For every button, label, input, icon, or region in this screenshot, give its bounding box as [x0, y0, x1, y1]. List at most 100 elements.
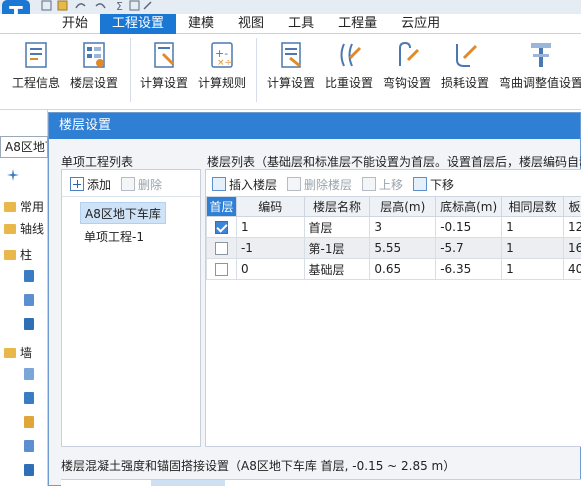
- move-up-button[interactable]: 上移: [358, 173, 407, 195]
- add-project-button[interactable]: 添加: [66, 173, 115, 195]
- tree-item-common[interactable]: 常用: [4, 198, 44, 215]
- insert-floor-button[interactable]: 插入楼层: [208, 173, 281, 195]
- left-pane: A8区地下 常用 轴线 柱 墙: [0, 110, 48, 486]
- first-floor-cell[interactable]: [206, 216, 237, 238]
- column-type-icon[interactable]: [24, 270, 34, 282]
- tab-view[interactable]: 视图: [226, 14, 276, 34]
- col-first-floor[interactable]: 首层: [206, 196, 237, 217]
- column-cap-icon[interactable]: [24, 294, 34, 306]
- folder-icon: [4, 249, 16, 260]
- move-down-button[interactable]: 下移: [409, 173, 458, 195]
- tree-item-wall[interactable]: 墙: [4, 344, 32, 361]
- code-cell[interactable]: 1: [235, 216, 305, 238]
- delete-project-button[interactable]: 删除: [117, 173, 166, 195]
- height-cell[interactable]: 5.55: [369, 237, 437, 259]
- col-same-floors[interactable]: 相同层数: [501, 196, 564, 217]
- col-code[interactable]: 编码: [235, 196, 305, 217]
- calc-settings-label: 计算设置: [139, 76, 188, 90]
- wall-curve-icon[interactable]: [24, 368, 34, 380]
- code-cell[interactable]: 0: [235, 258, 305, 280]
- floor-settings-button[interactable]: 楼层设置: [68, 40, 120, 100]
- ribbon-separator: [130, 38, 131, 102]
- concrete-settings-selected-column[interactable]: [151, 480, 225, 486]
- delete-floor-label: 删除楼层: [304, 177, 353, 192]
- bottom-cell[interactable]: -0.15: [435, 216, 503, 238]
- slab-cell[interactable]: 40: [562, 258, 581, 280]
- plus-icon: [70, 177, 84, 191]
- wall-beam-icon[interactable]: [24, 464, 34, 476]
- project-info-button[interactable]: 工程信息: [10, 40, 62, 100]
- slab-cell[interactable]: 16: [562, 237, 581, 259]
- same-cell[interactable]: 1: [501, 237, 564, 259]
- first-floor-checkbox[interactable]: [214, 242, 228, 255]
- table-row[interactable]: 0 基础层 0.65 -6.35 1 40: [206, 258, 581, 280]
- project-info-label: 工程信息: [11, 76, 60, 90]
- first-floor-cell[interactable]: [206, 258, 237, 280]
- col-floor-height[interactable]: 层高(m): [369, 196, 437, 217]
- quick-access-icons[interactable]: Σ: [40, 0, 160, 12]
- move-up-label: 上移: [379, 177, 404, 192]
- concrete-settings-heading: 楼层混凝土强度和锚固搭接设置（A8区地下车库 首层, -0.15 ~ 2.85 …: [61, 459, 456, 473]
- same-cell[interactable]: 1: [501, 258, 564, 280]
- calc-rules-button[interactable]: +- ×÷ 计算规则: [196, 40, 248, 100]
- project-selector[interactable]: A8区地下: [0, 136, 48, 158]
- bend-adjust-button[interactable]: 弯曲调整值设置: [498, 40, 581, 100]
- col-slab[interactable]: 板: [562, 196, 581, 217]
- height-cell[interactable]: 0.65: [369, 258, 437, 280]
- wall-opening-icon[interactable]: [24, 440, 34, 452]
- calc-rules-icon: +- ×÷: [209, 40, 235, 70]
- tree-item-column[interactable]: 柱: [4, 246, 32, 263]
- calc-settings-2-button[interactable]: 计算设置: [264, 40, 318, 100]
- sparkle-icon[interactable]: [6, 168, 20, 182]
- delete-floor-button[interactable]: 删除楼层: [283, 173, 356, 195]
- height-cell[interactable]: 3: [369, 216, 437, 238]
- dialog-title[interactable]: 楼层设置: [49, 113, 580, 139]
- table-row[interactable]: -1 第-1层 5.55 -5.7 1 16: [206, 237, 581, 259]
- bottom-cell[interactable]: -5.7: [435, 237, 503, 259]
- wall-brick-icon[interactable]: [24, 416, 34, 428]
- tab-cloud[interactable]: 云应用: [389, 14, 452, 34]
- code-cell[interactable]: -1: [235, 237, 305, 259]
- delete-icon: [121, 177, 136, 191]
- insert-floor-icon: [212, 177, 226, 191]
- tree-item-axis[interactable]: 轴线: [4, 220, 44, 237]
- tab-start[interactable]: 开始: [50, 14, 100, 34]
- slab-cell[interactable]: 12: [562, 216, 581, 238]
- col-floor-name[interactable]: 楼层名称: [303, 196, 371, 217]
- project-list-heading: 单项工程列表: [61, 155, 134, 169]
- tab-modeling[interactable]: 建模: [176, 14, 226, 34]
- first-floor-checkbox[interactable]: [214, 263, 228, 276]
- wall-panel-icon[interactable]: [24, 392, 34, 404]
- calc-settings-button[interactable]: 计算设置: [138, 40, 190, 100]
- add-label: 添加: [87, 177, 112, 192]
- tree-item-label: 常用: [20, 200, 45, 214]
- specific-gravity-button[interactable]: 比重设置: [322, 40, 376, 100]
- column-pier-icon[interactable]: [24, 318, 34, 330]
- project-list-toolbar: 添加 删除: [66, 172, 166, 196]
- loss-settings-icon: [452, 40, 478, 70]
- tab-quantities[interactable]: 工程量: [326, 14, 389, 34]
- tab-tools[interactable]: 工具: [276, 14, 326, 34]
- ribbon-separator: [256, 38, 257, 102]
- col-bottom-elevation[interactable]: 底标高(m): [435, 196, 503, 217]
- loss-settings-label: 损耗设置: [440, 76, 489, 90]
- hook-settings-button[interactable]: 弯钩设置: [380, 40, 434, 100]
- concrete-settings-header: [61, 479, 581, 486]
- tab-project-settings[interactable]: 工程设置: [100, 14, 177, 34]
- calc-rules-label: 计算规则: [197, 76, 246, 90]
- table-row[interactable]: 1 首层 3 -0.15 1 12: [206, 216, 581, 238]
- arrow-up-icon: [362, 177, 377, 191]
- first-floor-cell[interactable]: [206, 237, 237, 259]
- specific-gravity-label: 比重设置: [324, 76, 373, 90]
- loss-settings-button[interactable]: 损耗设置: [438, 40, 492, 100]
- arrow-down-icon: [413, 177, 428, 191]
- bottom-cell[interactable]: -6.35: [435, 258, 503, 280]
- project-item-a8[interactable]: A8区地下车库: [80, 202, 166, 224]
- name-cell[interactable]: 首层: [303, 216, 371, 238]
- name-cell[interactable]: 第-1层: [303, 237, 371, 259]
- floor-settings-icon: [81, 40, 107, 70]
- name-cell[interactable]: 基础层: [303, 258, 371, 280]
- first-floor-checkbox[interactable]: [214, 221, 228, 234]
- project-item-1[interactable]: 单项工程-1: [80, 226, 148, 248]
- same-cell[interactable]: 1: [501, 216, 564, 238]
